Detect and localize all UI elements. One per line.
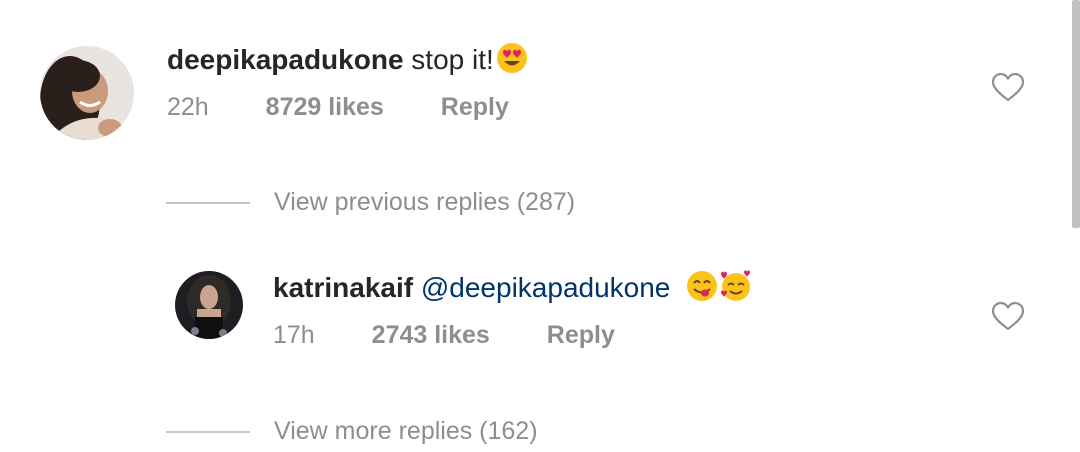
reply-username[interactable]: katrinakaif [273, 272, 413, 303]
comment-time: 22h [167, 93, 209, 121]
like-heart-icon[interactable] [991, 72, 1025, 102]
like-heart-icon[interactable] [991, 301, 1025, 331]
scrollbar[interactable] [1072, 0, 1080, 228]
thread-divider [166, 431, 250, 434]
view-more-replies-label[interactable]: View more replies (162) [274, 417, 538, 445]
comments-thread: deepikapadukone stop it! 22h 8729 likes … [0, 0, 1080, 452]
comment-meta: 22h 8729 likes Reply [167, 92, 509, 122]
thread-divider [166, 202, 250, 205]
reply-button[interactable]: Reply [441, 92, 509, 122]
reply-line: katrinakaif @deepikapadukone [273, 270, 752, 305]
reply-meta: 17h 2743 likes Reply [273, 320, 615, 350]
comment-username[interactable]: deepikapadukone [167, 44, 404, 75]
view-previous-replies-button[interactable]: View previous replies (287) [166, 187, 575, 217]
yum-emoji-icon [686, 270, 718, 302]
view-previous-replies-label[interactable]: View previous replies (287) [274, 188, 575, 216]
heart-eyes-emoji-icon [496, 42, 528, 74]
avatar[interactable] [40, 46, 134, 140]
comment-text: stop it! [411, 44, 494, 75]
reply-mention[interactable]: @deepikapadukone [421, 272, 671, 303]
reply-likes[interactable]: 2743 likes [372, 320, 490, 350]
smiling-hearts-emoji-icon [720, 270, 752, 302]
reply-time: 17h [273, 321, 315, 349]
view-more-replies-button[interactable]: View more replies (162) [166, 416, 538, 446]
avatar[interactable] [175, 271, 243, 339]
comment-line: deepikapadukone stop it! [167, 42, 528, 77]
comment-likes[interactable]: 8729 likes [266, 92, 384, 122]
reply-button[interactable]: Reply [547, 320, 615, 350]
